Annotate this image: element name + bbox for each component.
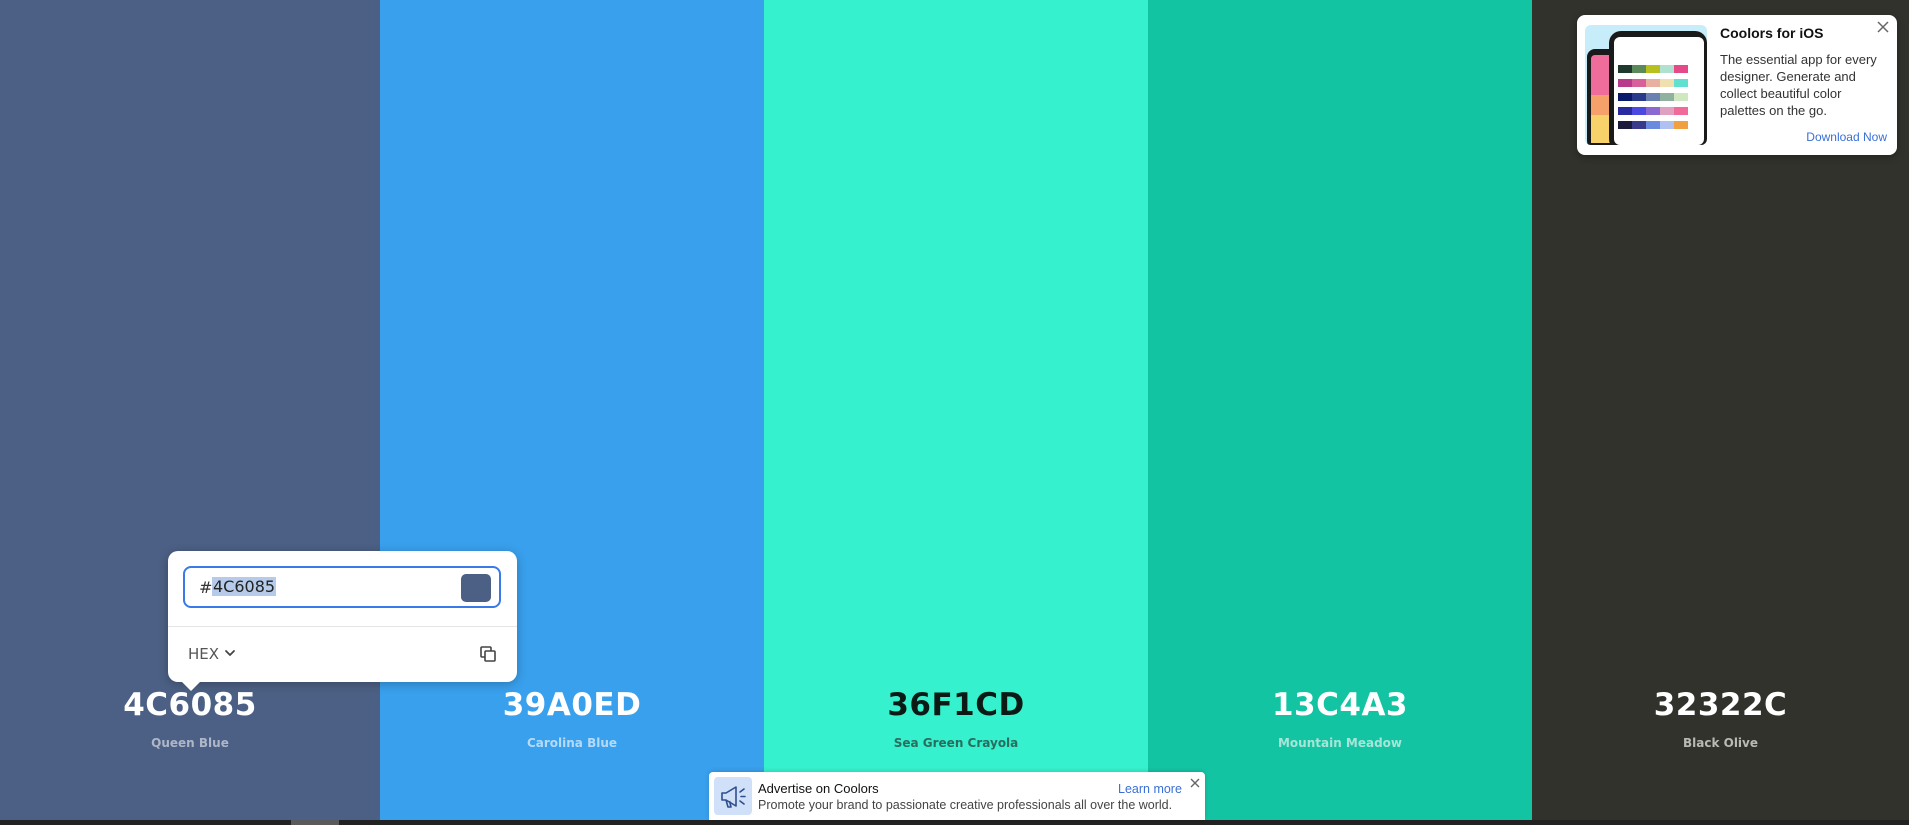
color-name[interactable]: Carolina Blue (380, 736, 764, 750)
advert-description: Promote your brand to passionate creativ… (758, 798, 1173, 812)
color-hex-code[interactable]: 4C6085 (0, 687, 380, 723)
color-hex-code[interactable]: 13C4A3 (1148, 687, 1532, 723)
color-hex-code[interactable]: 36F1CD (764, 687, 1148, 723)
app-preview-image (1585, 25, 1707, 145)
scroll-indicator[interactable] (291, 820, 339, 825)
close-icon[interactable] (1877, 21, 1889, 33)
bottom-bar (0, 820, 1909, 825)
color-swatch[interactable] (461, 574, 491, 602)
ios-app-promo: Coolors for iOS The essential app for ev… (1577, 15, 1897, 155)
color-name[interactable]: Sea Green Crayola (764, 736, 1148, 750)
color-picker-popover: # 4C6085 HEX (168, 551, 517, 691)
close-icon[interactable] (1190, 778, 1200, 788)
hex-input-value[interactable]: 4C6085 (212, 577, 277, 596)
copy-icon[interactable] (479, 645, 497, 663)
megaphone-icon (714, 777, 752, 815)
advert-title: Advertise on Coolors (758, 781, 879, 796)
learn-more-link[interactable]: Learn more (1118, 782, 1182, 796)
color-hex-code[interactable]: 39A0ED (380, 687, 764, 723)
download-now-link[interactable]: Download Now (1806, 130, 1887, 144)
color-column-carolina-blue[interactable]: 39A0ED Carolina Blue (380, 0, 764, 820)
chevron-down-icon[interactable] (224, 647, 236, 659)
promo-description: The essential app for every designer. Ge… (1720, 52, 1877, 118)
color-column-queen-blue[interactable]: 4C6085 Queen Blue (0, 0, 380, 820)
color-column-sea-green-crayola[interactable]: 36F1CD Sea Green Crayola (764, 0, 1148, 820)
advertise-banner: Advertise on Coolors Promote your brand … (709, 772, 1205, 820)
divider (168, 626, 517, 627)
color-name[interactable]: Black Olive (1532, 736, 1909, 750)
color-hex-code[interactable]: 32322C (1532, 687, 1909, 723)
hash-prefix: # (199, 578, 213, 597)
hex-input[interactable]: # 4C6085 (183, 566, 501, 608)
color-name[interactable]: Queen Blue (0, 736, 380, 750)
color-column-mountain-meadow[interactable]: 13C4A3 Mountain Meadow (1148, 0, 1532, 820)
promo-title: Coolors for iOS (1720, 25, 1824, 41)
color-name[interactable]: Mountain Meadow (1148, 736, 1532, 750)
color-mode-select[interactable]: HEX (188, 645, 219, 663)
